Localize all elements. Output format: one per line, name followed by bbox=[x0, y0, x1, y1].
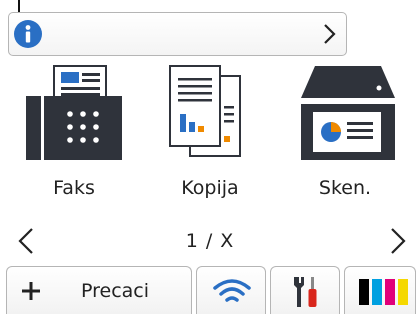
fax-label: Faks bbox=[53, 177, 95, 199]
tools-button[interactable] bbox=[270, 266, 340, 314]
fax-tile[interactable]: Faks bbox=[14, 62, 134, 222]
wifi-icon bbox=[213, 279, 251, 302]
copy-icon bbox=[169, 65, 241, 157]
wifi-button[interactable] bbox=[196, 266, 266, 314]
scan-label: Sken. bbox=[318, 177, 372, 199]
chevron-right-icon bbox=[324, 24, 336, 44]
shortcuts-label: Precaci bbox=[81, 280, 150, 302]
info-bar[interactable] bbox=[8, 12, 347, 56]
tools-icon bbox=[294, 277, 317, 307]
scan-tile[interactable]: Sken. bbox=[285, 62, 405, 222]
chevron-right-icon[interactable] bbox=[386, 226, 410, 256]
ink-button[interactable] bbox=[344, 266, 416, 314]
scan-icon bbox=[301, 66, 395, 160]
chevron-left-icon[interactable] bbox=[14, 226, 38, 256]
fax-icon bbox=[26, 65, 122, 160]
info-icon bbox=[14, 20, 42, 48]
copy-label: Kopija bbox=[181, 177, 239, 199]
shortcuts-button[interactable]: Precaci bbox=[6, 266, 192, 314]
plus-icon bbox=[22, 282, 40, 300]
ink-icon bbox=[359, 279, 408, 305]
copy-tile[interactable]: Kopija bbox=[150, 62, 270, 222]
page-indicator: 1 / X bbox=[185, 230, 235, 252]
